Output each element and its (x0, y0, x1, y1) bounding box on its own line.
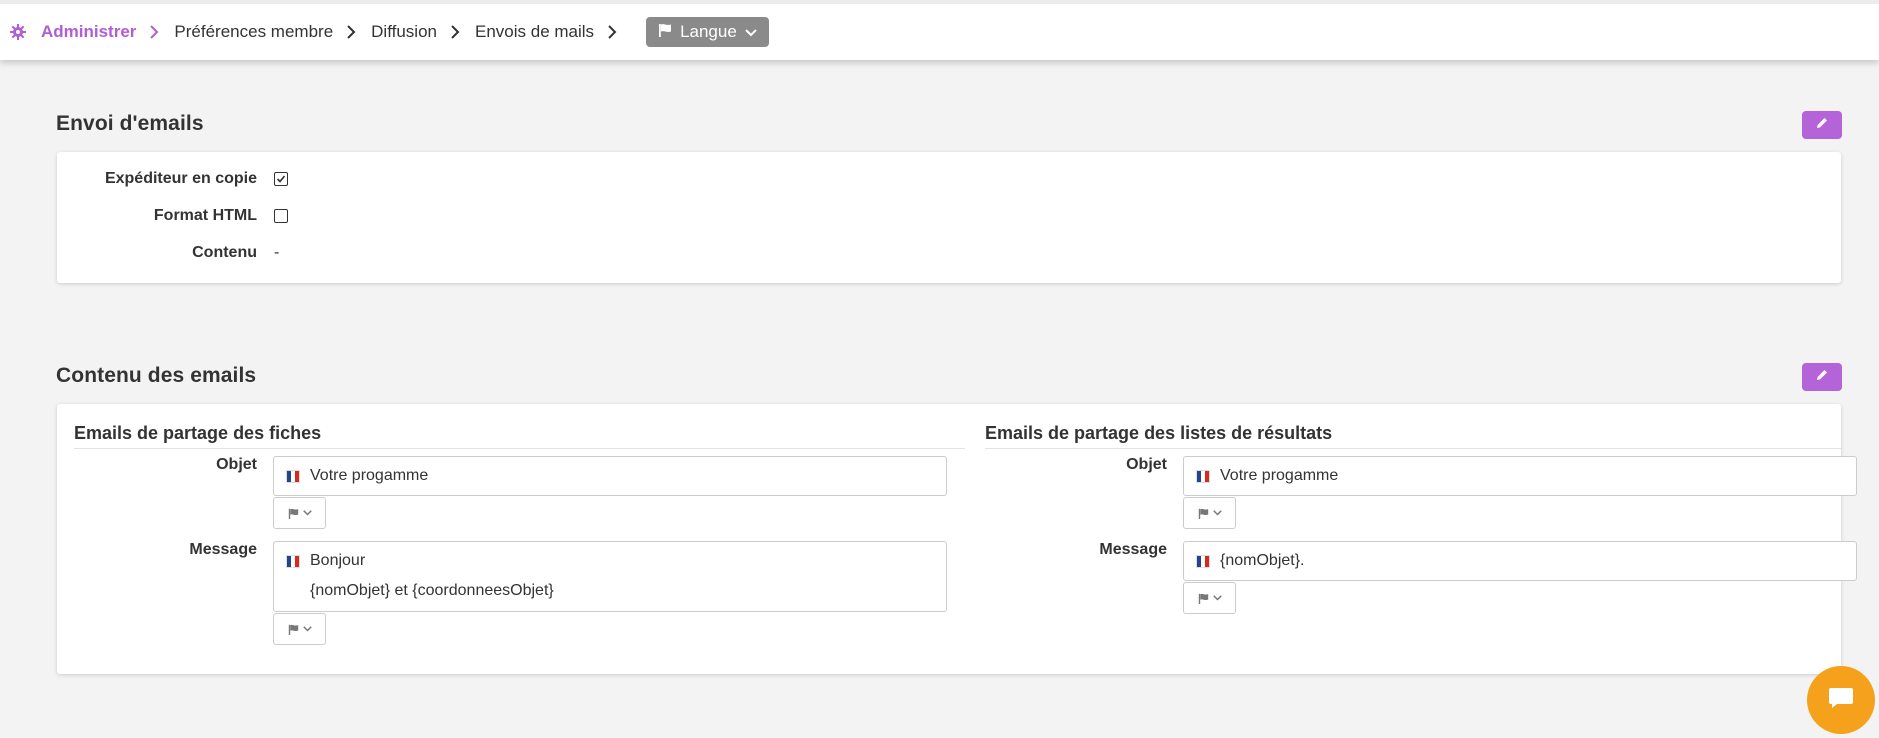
section-title-contenu: Contenu des emails (56, 364, 257, 387)
card-contenu: Emails de partage des fiches Objet Votre… (57, 404, 1857, 674)
check-icon (276, 175, 286, 183)
listes-message-label: Message (1099, 541, 1167, 558)
flag-icon (288, 624, 298, 635)
listes-message-language-select[interactable] (1183, 582, 1236, 614)
chevron-down-icon (1212, 595, 1222, 601)
contenu-value: - (274, 244, 280, 261)
fiches-objet-label: Objet (216, 456, 257, 473)
chevron-right-icon (604, 24, 620, 40)
language-button-label: Langue (680, 22, 737, 41)
edit-envoi-button[interactable] (1802, 111, 1842, 139)
pencil-icon (1815, 368, 1829, 387)
listes-message-input[interactable]: {nomObjet}. (1183, 541, 1857, 581)
gear-icon[interactable] (9, 23, 27, 41)
pencil-icon (1815, 116, 1829, 135)
fiches-message-label: Message (189, 541, 257, 558)
listes-objet-value: Votre progamme (1220, 467, 1339, 484)
divider (985, 448, 1841, 449)
breadcrumb-item-envois-de-mails[interactable]: Envois de mails (475, 22, 594, 42)
chevron-right-icon (343, 24, 359, 40)
breadcrumb-item-administrer[interactable]: Administrer (41, 22, 136, 42)
subsection-title-fiches: Emails de partage des fiches (74, 423, 322, 443)
fiches-message-language-select[interactable] (273, 613, 326, 645)
listes-objet-input[interactable]: Votre progamme (1183, 456, 1857, 496)
section-title-envoi: Envoi d'emails (56, 112, 204, 135)
language-dropdown-button[interactable]: Langue (646, 17, 769, 47)
card-envoi: Expéditeur en copie Format HTML Contenu … (57, 152, 1841, 283)
fiches-message-input[interactable]: Bonjour {nomObjet} et {coordonneesObjet} (273, 541, 947, 612)
breadcrumb-item-diffusion[interactable]: Diffusion (371, 22, 437, 42)
row-label: Format HTML (153, 207, 257, 224)
breadcrumb-item-preferences-membre[interactable]: Préférences membre (174, 22, 333, 42)
fiches-message-line2: {nomObjet} et {coordonneesObjet} (310, 582, 554, 599)
flag-icon (288, 508, 298, 519)
fiches-objet-input[interactable]: Votre progamme (273, 456, 947, 496)
listes-objet-label: Objet (1126, 456, 1167, 473)
chevron-down-icon (1212, 510, 1222, 516)
fiches-objet-value: Votre progamme (310, 467, 429, 484)
chevron-right-icon (146, 24, 162, 40)
chevron-down-icon (302, 510, 312, 516)
french-flag-icon (286, 554, 300, 568)
chevron-down-icon (302, 626, 312, 632)
chat-button[interactable] (1807, 666, 1875, 734)
format-html-checkbox[interactable] (274, 209, 288, 223)
french-flag-icon (1196, 554, 1210, 568)
row-label: Expéditeur en copie (104, 170, 257, 187)
expediteur-copie-checkbox[interactable] (274, 172, 288, 186)
divider (74, 448, 965, 449)
chat-icon (1828, 686, 1854, 715)
french-flag-icon (286, 469, 300, 483)
row-format-html: Format HTML (57, 207, 288, 225)
fiches-message-line1: Bonjour (310, 552, 366, 569)
flag-icon (1198, 593, 1208, 604)
flag-icon (658, 22, 672, 42)
fiches-objet-language-select[interactable] (273, 497, 326, 529)
row-expediteur-copie: Expéditeur en copie (57, 170, 288, 188)
french-flag-icon (1196, 469, 1210, 483)
edit-contenu-button[interactable] (1802, 363, 1842, 391)
row-contenu: Contenu - (57, 244, 279, 262)
subsection-title-listes: Emails de partage des listes de résultat… (985, 423, 1333, 443)
chevron-down-icon (745, 22, 757, 42)
flag-icon (1198, 508, 1208, 519)
row-label: Contenu (192, 244, 257, 261)
listes-message-value: {nomObjet}. (1220, 552, 1305, 569)
chevron-right-icon (447, 24, 463, 40)
breadcrumb-bar: Administrer Préférences membre Diffusion… (0, 0, 1879, 60)
listes-objet-language-select[interactable] (1183, 497, 1236, 529)
